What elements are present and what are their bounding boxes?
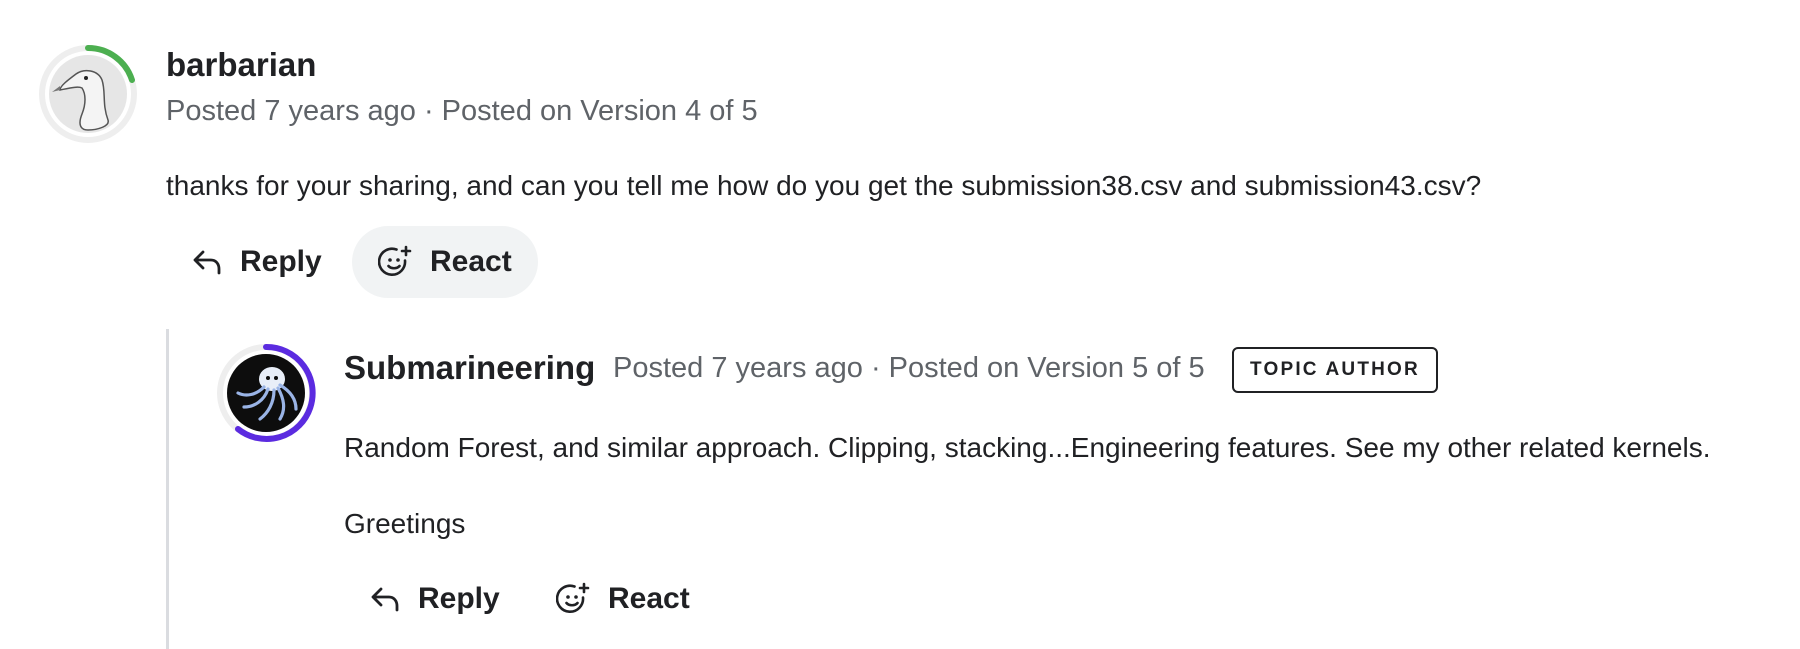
reply-meta: Posted 7 years ago · Posted on Version 5…	[613, 352, 1205, 384]
avatar[interactable]	[38, 44, 138, 144]
react-button[interactable]: React	[352, 226, 538, 298]
reply-arrow-icon	[192, 249, 222, 275]
add-reaction-icon	[378, 245, 412, 279]
react-label: React	[608, 582, 690, 615]
reply-comment: Submarineering Posted 7 years ago · Post…	[0, 320, 1800, 642]
reply-paragraph-1: Random Forest, and similar approach. Cli…	[344, 432, 1711, 463]
comment-author[interactable]: barbarian	[166, 46, 316, 84]
reply-paragraph-2: Greetings	[344, 508, 466, 539]
add-reaction-icon	[556, 582, 590, 616]
reply-label: Reply	[418, 582, 500, 615]
comment: barbarian Posted 7 years ago · Posted on…	[0, 0, 1800, 320]
react-label: React	[430, 245, 512, 278]
avatar[interactable]	[216, 343, 316, 443]
reply-arrow-icon	[370, 586, 400, 612]
react-button[interactable]: React	[530, 563, 716, 635]
reply-author[interactable]: Submarineering	[344, 349, 595, 387]
reply-label: Reply	[240, 245, 322, 278]
reply-button[interactable]: Reply	[344, 563, 526, 635]
comment-meta: Posted 7 years ago · Posted on Version 4…	[166, 95, 758, 127]
topic-author-badge: TOPIC AUTHOR	[1232, 347, 1438, 393]
reply-button[interactable]: Reply	[166, 226, 348, 298]
comment-text: thanks for your sharing, and can you tel…	[166, 170, 1482, 201]
